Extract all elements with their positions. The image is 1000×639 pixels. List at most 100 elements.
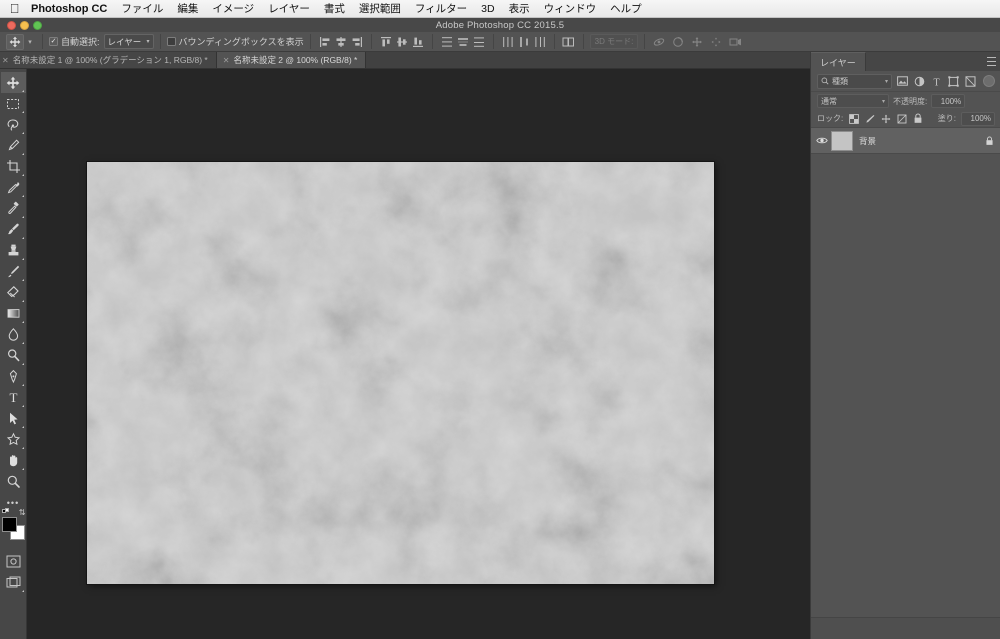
align-left-edges-icon[interactable] [317, 34, 333, 50]
filter-shape-layers-icon[interactable] [947, 75, 959, 87]
tool-flyout-indicator [22, 404, 24, 407]
menu-item-edit[interactable]: 編集 [170, 0, 205, 18]
swap-colors-icon[interactable]: ⇅ [19, 508, 26, 517]
document-canvas[interactable] [87, 162, 714, 584]
show-transform-controls-checkbox[interactable] [166, 37, 176, 46]
tool-rectangular-marquee[interactable] [1, 93, 26, 114]
tool-horizontal-type[interactable]: T [1, 387, 26, 408]
tool-spot-healing-brush[interactable] [1, 198, 26, 219]
default-colors-icon[interactable] [1, 508, 9, 515]
blend-mode-dropdown[interactable]: 通常 ▾ [817, 94, 889, 108]
color-swatches[interactable]: ⇅ [1, 508, 26, 540]
slide-3d-icon[interactable] [708, 34, 724, 50]
layer-name[interactable]: 背景 [859, 135, 876, 147]
close-tab-icon[interactable]: ✕ [223, 56, 230, 65]
distribute-top-edges-icon[interactable] [439, 34, 455, 50]
filter-type-layers-icon[interactable]: T [930, 75, 942, 87]
lock-artboard-nesting-icon[interactable] [896, 113, 907, 124]
tool-hand[interactable] [1, 450, 26, 471]
options-separator-9 [644, 34, 646, 49]
layer-row[interactable]: 背景 [811, 128, 1000, 154]
tool-preset-chevron-icon[interactable]: ▾ [24, 38, 36, 46]
filter-adjustment-layers-icon[interactable] [913, 75, 925, 87]
panel-tab-strip: レイヤー [811, 52, 1000, 71]
pan-3d-icon[interactable] [689, 34, 705, 50]
distribute-right-edges-icon[interactable] [532, 34, 548, 50]
eye-icon[interactable] [815, 136, 829, 145]
distribute-left-edges-icon[interactable] [500, 34, 516, 50]
layers-filter-row: 種類 ▾ T [811, 71, 1000, 92]
tool-clone-stamp[interactable] [1, 240, 26, 261]
default-and-swap-colors[interactable]: ⇅ [1, 508, 26, 547]
document-tab-2[interactable]: ✕ 名称未設定 2 @ 100% (RGB/8) * [216, 52, 367, 68]
tool-zoom[interactable] [1, 471, 26, 492]
lock-transparent-pixels-icon[interactable] [848, 113, 859, 124]
screen-mode-button[interactable] [1, 572, 26, 593]
align-right-edges-icon[interactable] [349, 34, 365, 50]
menu-item-select[interactable]: 選択範囲 [352, 0, 408, 18]
menu-item-help[interactable]: ヘルプ [603, 0, 649, 18]
layer-filter-kind-dropdown[interactable]: 種類 ▾ [817, 73, 892, 89]
tool-history-brush[interactable] [1, 261, 26, 282]
orbit-3d-icon[interactable] [651, 34, 667, 50]
menu-item-3d[interactable]: 3D [474, 0, 501, 18]
layers-panel: 種類 ▾ T 通常 ▾ 不透明度: 100% ロック: 塗り: 100% 背景 [811, 71, 1000, 639]
opacity-value: 100% [940, 96, 962, 106]
auto-align-layers-icon[interactable] [561, 34, 577, 50]
tool-brush[interactable] [1, 219, 26, 240]
quick-mask-mode-button[interactable] [1, 551, 26, 572]
show-transform-controls-group[interactable]: バウンディングボックスを表示 [166, 35, 304, 48]
scale-3d-icon[interactable] [727, 34, 743, 50]
blend-mode-value: 通常 [821, 96, 837, 106]
tool-path-selection[interactable] [1, 408, 26, 429]
tool-move[interactable] [0, 72, 26, 93]
menu-item-filter[interactable]: フィルター [408, 0, 474, 18]
tool-quick-selection[interactable] [1, 135, 26, 156]
tool-eyedropper[interactable] [1, 177, 26, 198]
roll-3d-icon[interactable] [670, 34, 686, 50]
tool-custom-shape[interactable] [1, 429, 26, 450]
canvas-area[interactable] [27, 69, 810, 639]
tool-blur[interactable] [1, 324, 26, 345]
lock-image-pixels-icon[interactable] [864, 113, 875, 124]
auto-select-scope-dropdown[interactable]: レイヤー ▾ [103, 34, 154, 49]
menu-item-window[interactable]: ウィンドウ [537, 0, 604, 18]
menu-item-type[interactable]: 書式 [317, 0, 352, 18]
tab-layers[interactable]: レイヤー [811, 52, 866, 71]
tool-lasso[interactable] [1, 114, 26, 135]
move-tool-icon[interactable] [6, 33, 24, 50]
fill-field[interactable]: 100% [961, 111, 995, 126]
document-tab-1[interactable]: ✕ 名称未設定 1 @ 100% (グラデーション 1, RGB/8) * [0, 52, 217, 68]
distribute-horizontal-centers-icon[interactable] [516, 34, 532, 50]
lock-all-icon[interactable] [912, 113, 923, 124]
auto-select-checkbox-group[interactable]: ✓ 自動選択: [49, 35, 100, 48]
distribute-bottom-edges-icon[interactable] [471, 34, 487, 50]
align-horizontal-centers-icon[interactable] [333, 34, 349, 50]
filter-toggle-icon[interactable] [983, 75, 995, 87]
menu-item-file[interactable]: ファイル [114, 0, 170, 18]
menu-item-app-name[interactable]: Photoshop CC [31, 0, 114, 18]
auto-select-checkbox[interactable]: ✓ [49, 37, 58, 46]
tool-dodge[interactable] [1, 345, 26, 366]
align-vertical-centers-icon[interactable] [394, 34, 410, 50]
filter-smart-objects-icon[interactable] [964, 75, 976, 87]
apple-logo-icon[interactable]:  [8, 2, 21, 16]
opacity-field[interactable]: 100% [931, 94, 966, 108]
clouds-thumbnail[interactable] [831, 130, 853, 151]
foreground-color-swatch[interactable] [1, 517, 17, 532]
tool-pen[interactable] [1, 366, 26, 387]
align-bottom-edges-icon[interactable] [410, 34, 426, 50]
distribute-vertical-centers-icon[interactable] [455, 34, 471, 50]
close-tab-icon[interactable]: ✕ [2, 56, 9, 65]
lock-position-icon[interactable] [880, 113, 891, 124]
filter-pixel-layers-icon[interactable] [896, 75, 908, 87]
tool-crop[interactable] [1, 156, 26, 177]
tool-gradient[interactable] [1, 303, 26, 324]
tool-flyout-indicator [22, 425, 24, 428]
menu-item-layer[interactable]: レイヤー [261, 0, 317, 18]
align-top-edges-icon[interactable] [378, 34, 394, 50]
tool-eraser[interactable] [1, 282, 26, 303]
menu-item-image[interactable]: イメージ [205, 0, 261, 18]
panel-menu-icon[interactable] [987, 57, 996, 66]
menu-item-view[interactable]: 表示 [502, 0, 537, 18]
